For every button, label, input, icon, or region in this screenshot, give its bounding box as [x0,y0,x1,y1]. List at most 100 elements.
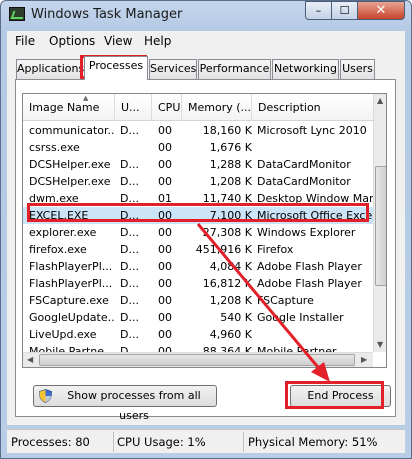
process-name: explorer.exe [29,226,97,239]
horizontal-scrollbar[interactable]: ◀ ▶ [23,352,373,367]
menu-bar: File Options View Help [7,31,405,51]
tab-users[interactable]: Users [340,59,375,79]
process-user: D... [120,243,139,256]
process-row[interactable]: firefox.exe D... 00 451,916 K Firefox [23,241,373,258]
scroll-right-icon[interactable]: ▶ [361,355,367,364]
end-process-highlight [285,381,384,409]
close-button[interactable]: ✕ [357,1,405,20]
uac-shield-icon [39,389,52,403]
show-all-users-button[interactable]: Show processes from all users [33,385,217,422]
maximize-button[interactable]: ☐ [331,1,358,20]
process-memory: 27,308 K [202,226,252,239]
process-row[interactable]: LiveUpd.exe D... 00 4,960 K [23,326,373,343]
status-processes: Processes: 80 [11,435,90,449]
process-name: firefox.exe [29,243,87,256]
process-description: DataCardMonitor [257,158,351,171]
process-row[interactable]: csrss.exe 00 1,676 K [23,139,373,156]
process-cpu: 00 [158,124,172,137]
task-manager-icon [9,7,25,21]
scroll-up-icon[interactable]: ▲ [377,96,383,105]
status-divider [243,432,244,452]
process-user: D... [120,226,139,239]
process-row[interactable]: communicator... D... 00 18,160 K Microsoft L… [23,122,373,139]
status-bar: Processes: 80 CPU Usage: 1% Physical Mem… [7,429,405,453]
process-memory: 1,208 K [209,175,252,188]
process-cpu: 00 [158,141,172,154]
menu-view[interactable]: View [104,34,132,48]
tab-performance[interactable]: Performance [198,59,271,79]
process-description: Microsoft Lync 2010 [257,124,367,137]
process-memory: 18,160 K [202,124,252,137]
column-cpu[interactable]: CPU [152,94,182,121]
process-memory: 16,812 K [202,277,252,290]
vertical-scroll-thumb[interactable] [375,166,386,286]
process-description [257,140,373,156]
process-user: D... [120,175,139,188]
title-bar[interactable]: Windows Task Manager – ☐ ✕ [1,1,411,29]
process-user: D... [120,311,139,324]
process-memory: 1,676 K [209,141,252,154]
process-description [257,327,373,343]
column-memory[interactable]: Memory (... [182,94,252,121]
process-memory: 4,084 K [209,260,252,273]
process-description: Firefox [257,243,294,256]
minimize-button[interactable]: – [305,1,332,20]
tab-services[interactable]: Services [149,59,197,79]
vertical-scrollbar[interactable]: ▲ ▼ [373,94,386,352]
process-row[interactable]: FSCapture.exe D... 00 1,208 K FSCapture [23,292,373,309]
process-row[interactable]: DCSHelper.exe D... 00 1,208 K DataCardMonito… [23,173,373,190]
menu-file[interactable]: File [15,34,35,48]
process-description: Google Installer [257,311,344,324]
tab-networking[interactable]: Networking [272,59,339,79]
process-name: GoogleUpdate... [29,311,115,324]
process-name: communicator... [29,124,115,137]
client-area: Applications Processes Services Performa… [7,51,405,425]
process-user: D... [120,328,139,341]
process-user: D... [120,158,139,171]
process-description: Adobe Flash Player [257,277,362,290]
process-row[interactable]: GoogleUpdate... D... 00 540 K Google Install… [23,309,373,326]
column-user[interactable]: U... [115,94,152,121]
scroll-left-icon[interactable]: ◀ [27,355,33,364]
scroll-down-icon[interactable]: ▼ [377,340,383,349]
process-row[interactable]: FlashPlayerPl... D... 00 4,084 K Adobe Flash… [23,258,373,275]
process-user: D... [120,124,139,137]
menu-help[interactable]: Help [144,34,171,48]
process-user: D... [120,260,139,273]
process-memory: 1,208 K [209,294,252,307]
status-physical-memory: Physical Memory: 51% [248,435,378,449]
process-name: FlashPlayerPl... [29,260,113,273]
tab-processes[interactable]: Processes [84,56,148,80]
process-cpu: 00 [158,158,172,171]
selected-row-highlight [27,203,369,222]
process-row[interactable]: FlashPlayerPl... D... 00 16,812 K Adobe Flas… [23,275,373,292]
process-cpu: 00 [158,260,172,273]
process-cpu: 00 [158,328,172,341]
process-user: D... [120,294,139,307]
process-cpu: 00 [158,277,172,290]
column-description[interactable]: Description [252,94,373,121]
process-name: LiveUpd.exe [29,328,97,341]
process-list[interactable]: Image Name ▲ U... CPU Memory (... Descri… [22,93,387,368]
column-image-name[interactable]: Image Name [23,94,115,121]
horizontal-scroll-thumb[interactable] [39,354,355,366]
process-row[interactable]: DCSHelper.exe D... 00 1,288 K DataCardMonito… [23,156,373,173]
status-cpu-usage: CPU Usage: 1% [117,435,206,449]
process-description: Windows Explorer [257,226,356,239]
tab-applications[interactable]: Applications [16,59,84,79]
process-name: csrss.exe [29,141,80,154]
process-user [120,140,150,156]
status-divider [113,432,114,452]
process-memory: 540 K [220,311,252,324]
process-name: DCSHelper.exe [29,158,111,171]
process-description: DataCardMonitor [257,175,351,188]
process-description: FSCapture [257,294,314,307]
menu-options[interactable]: Options [49,34,95,48]
process-name: FSCapture.exe [29,294,109,307]
process-memory: 1,288 K [209,158,252,171]
process-name: DCSHelper.exe [29,175,111,188]
process-row[interactable]: explorer.exe D... 00 27,308 K Windows Explor… [23,224,373,241]
process-memory: 451,916 K [195,243,252,256]
process-name: FlashPlayerPl... [29,277,113,290]
process-cpu: 00 [158,175,172,188]
